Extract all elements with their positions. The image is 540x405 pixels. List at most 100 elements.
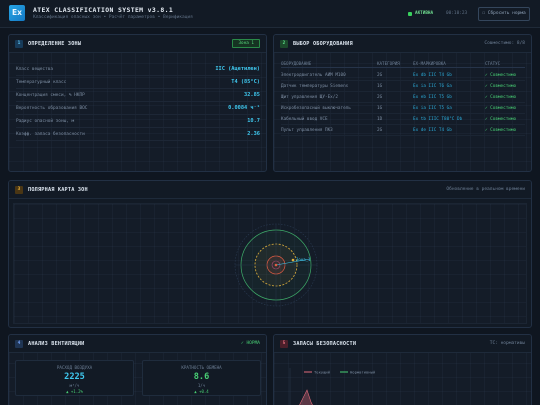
cell-mark: Ex de IIC T4 Gb bbox=[413, 128, 452, 133]
param-row: Температурный класс T4 (85°C) bbox=[16, 76, 260, 89]
app-header: Ex ATEX CLASSIFICATION SYSTEM v3.8.1 Кла… bbox=[0, 0, 540, 28]
cell-name: Искробезопасный выключатель bbox=[281, 106, 351, 111]
app-subtitle: Классификация опасных зон • Расчёт парам… bbox=[33, 15, 193, 20]
safety-area bbox=[299, 389, 313, 405]
table-header: ОБОРУДОВАНИЕ КАТЕГОРИЯ EX-МАРКИРОВКА СТА… bbox=[281, 58, 525, 68]
cell-cat: 1G bbox=[377, 106, 383, 111]
card-delta: ▲ +0.4 bbox=[194, 389, 209, 394]
cell-cat: 2G bbox=[377, 95, 383, 100]
col-equipment: ОБОРУДОВАНИЕ bbox=[281, 61, 312, 66]
param-label: Концентрация смеси, % НКПР bbox=[16, 93, 85, 98]
param-value: IIC (Ацетилен) bbox=[215, 66, 260, 72]
cell-status: ✓ Совместимо bbox=[485, 106, 517, 111]
card-value: 2225 bbox=[64, 372, 85, 382]
panel-number: 5 bbox=[280, 340, 288, 348]
cell-mark: Ex eb IIC T5 Gb bbox=[413, 95, 452, 100]
safety-margins-panel: 5 ЗАПАСЫ БЕЗОПАСНОСТИ ТС: нормативы Теку… bbox=[273, 334, 532, 405]
reset-button[interactable]: ☐ Сбросить норма bbox=[478, 7, 530, 21]
card-value: 8.6 bbox=[193, 372, 210, 382]
air-exchange-card: КРАТНОСТЬ ОБМЕНА 8.6 1/ч ▲ +0.4 bbox=[142, 360, 261, 396]
cell-status: ✓ Совместимо bbox=[485, 128, 517, 133]
vent-status: ✓ НОРМА bbox=[241, 341, 260, 346]
table-row[interactable]: Щит управления ЩУ-Ex/2 2G Ex eb IIC T5 Gb ✓… bbox=[281, 92, 525, 103]
param-row: Концентрация смеси, % НКПР 32.85 bbox=[16, 89, 260, 102]
norms-label: ТС: нормативы bbox=[489, 341, 525, 346]
param-value: 0.0084 ч⁻¹ bbox=[228, 105, 260, 111]
cell-name: Щит управления ЩУ-Ex/2 bbox=[281, 95, 338, 100]
cell-mark: Ex db IIC T4 Gb bbox=[413, 73, 452, 78]
app-logo: Ex bbox=[9, 5, 25, 21]
zone-marker[interactable] bbox=[291, 258, 295, 262]
cell-status: ✓ Совместимо bbox=[485, 95, 517, 100]
param-label: Класс вещества bbox=[16, 67, 54, 72]
param-row: Коэфф. запаса безопасности 2.36 bbox=[16, 128, 260, 141]
cell-status: ✓ Совместимо bbox=[485, 73, 517, 78]
card-delta: ▲ +1.2% bbox=[66, 389, 83, 394]
param-label: Температурный класс bbox=[16, 80, 67, 85]
card-label: РАСХОД ВОЗДУХА bbox=[56, 365, 93, 370]
cell-mark: Ex ia IIC T5 Ga bbox=[413, 106, 452, 111]
panel-number: 4 bbox=[15, 340, 23, 348]
table-row[interactable]: Кабельный ввод VCE 1D Ex tb IIIC T80°C Db ✓… bbox=[281, 114, 525, 125]
panel-number: 1 bbox=[15, 40, 23, 48]
param-label: Коэфф. запаса безопасности bbox=[16, 132, 85, 137]
legend-current: Текущий bbox=[314, 370, 330, 375]
ventilation-panel: 4 АНАЛИЗ ВЕНТИЛЯЦИИ ✓ НОРМА РАСХОД ВОЗДУ… bbox=[8, 334, 267, 405]
panel-header: 4 АНАЛИЗ ВЕНТИЛЯЦИИ ✓ НОРМА bbox=[9, 335, 266, 353]
airflow-card: РАСХОД ВОЗДУХА 2225 м³/ч ▲ +1.2% bbox=[15, 360, 134, 396]
param-row: Вероятность образования ВОС 0.0084 ч⁻¹ bbox=[16, 102, 260, 115]
safety-chart: Текущий Нормативный bbox=[289, 368, 375, 405]
panel-header: 5 ЗАПАСЫ БЕЗОПАСНОСТИ ТС: нормативы bbox=[274, 335, 531, 353]
param-value: T4 (85°C) bbox=[231, 79, 260, 85]
table-row[interactable]: Электродвигатель АИМ М100 2G Ex db IIC T4 … bbox=[281, 70, 525, 81]
param-value: 32.85 bbox=[244, 92, 260, 98]
polar-map-canvas[interactable]: Зона_1 bbox=[13, 203, 527, 324]
card-unit: 1/ч bbox=[197, 383, 206, 388]
card-label: КРАТНОСТЬ ОБМЕНА bbox=[181, 365, 222, 370]
cell-cat: 2G bbox=[377, 128, 383, 133]
param-label: Радиус опасной зоны, м bbox=[16, 119, 75, 124]
compat-count: Совместимо: 8/8 bbox=[484, 41, 525, 46]
param-row: Класс вещества IIC (Ацетилен) bbox=[16, 63, 260, 76]
card-unit: м³/ч bbox=[69, 383, 80, 388]
cell-mark: Ex ia IIC T6 Ga bbox=[413, 84, 452, 89]
source-point bbox=[274, 263, 278, 267]
legend-norm: Нормативный bbox=[350, 370, 375, 375]
cell-status: ✓ Совместимо bbox=[485, 117, 517, 122]
param-row: Радиус опасной зоны, м 10.7 bbox=[16, 115, 260, 128]
panel-number: 3 bbox=[15, 186, 23, 194]
col-status: СТАТУС bbox=[485, 61, 501, 66]
cell-name: Кабельный ввод VCE bbox=[281, 117, 328, 122]
panel-title: ОПРЕДЕЛЕНИЕ ЗОНЫ bbox=[28, 41, 82, 47]
param-value: 10.7 bbox=[247, 118, 260, 124]
cell-cat: 1G bbox=[377, 84, 383, 89]
table-row[interactable]: Пульт управления ПКЗ 2G Ex de IIC T4 Gb ✓ С… bbox=[281, 125, 525, 136]
table-row[interactable]: Датчик температуры Siemens 1G Ex ia IIC T6… bbox=[281, 81, 525, 92]
polar-map-svg: Зона_1 bbox=[234, 223, 318, 307]
app-title: ATEX CLASSIFICATION SYSTEM v3.8.1 bbox=[33, 6, 174, 14]
panel-header: 3 ПОЛЯРНАЯ КАРТА ЗОН Обновление в реальн… bbox=[9, 181, 531, 199]
cell-mark: Ex tb IIIC T80°C Db bbox=[413, 117, 463, 122]
system-status-badge: АКТИВНА bbox=[406, 10, 436, 18]
panel-title: ЗАПАСЫ БЕЗОПАСНОСТИ bbox=[293, 341, 357, 347]
polar-map-panel: 3 ПОЛЯРНАЯ КАРТА ЗОН Обновление в реальн… bbox=[8, 180, 532, 328]
status-text: АКТИВНА bbox=[415, 11, 434, 16]
table-row[interactable]: Искробезопасный выключатель 1G Ex ia IIC T… bbox=[281, 103, 525, 114]
cell-status: ✓ Совместимо bbox=[485, 84, 517, 89]
param-value: 2.36 bbox=[247, 131, 260, 137]
clock: 00:10:23 bbox=[446, 11, 468, 16]
equipment-panel: 2 ВЫБОР ОБОРУДОВАНИЯ Совместимо: 8/8 ОБО… bbox=[273, 34, 532, 172]
param-label: Вероятность образования ВОС bbox=[16, 106, 88, 111]
panel-title: АНАЛИЗ ВЕНТИЛЯЦИИ bbox=[28, 341, 85, 347]
reset-label: Сбросить норма bbox=[487, 11, 526, 16]
cell-name: Электродвигатель АИМ М100 bbox=[281, 73, 346, 78]
panel-title: ВЫБОР ОБОРУДОВАНИЯ bbox=[293, 41, 353, 47]
cell-name: Датчик температуры Siemens bbox=[281, 84, 349, 89]
col-marking: EX-МАРКИРОВКА bbox=[413, 61, 446, 66]
panel-header: 2 ВЫБОР ОБОРУДОВАНИЯ Совместимо: 8/8 bbox=[274, 35, 531, 53]
col-category: КАТЕГОРИЯ bbox=[377, 61, 400, 66]
zone-tag: Зона 1 bbox=[232, 39, 260, 48]
realtime-label: Обновление в реальном времени bbox=[446, 187, 525, 192]
status-dot-icon bbox=[408, 12, 412, 16]
cell-cat: 2G bbox=[377, 73, 383, 78]
